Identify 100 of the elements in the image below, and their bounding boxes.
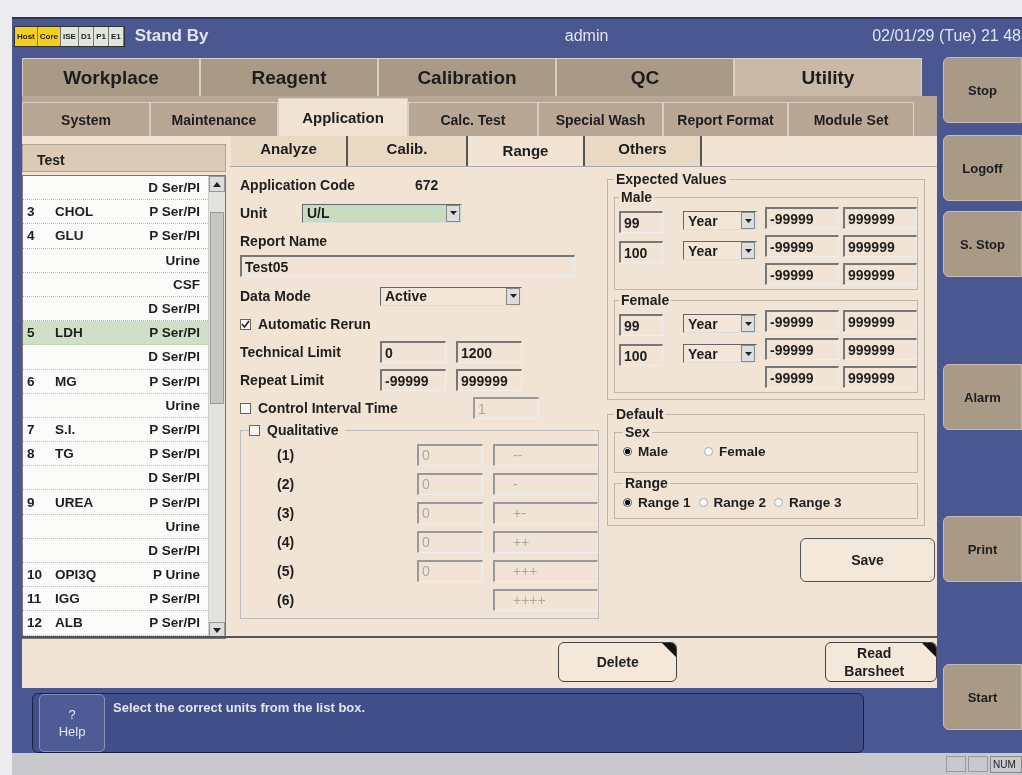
sample-type: P Ser/Pl xyxy=(149,421,200,437)
high-value-field[interactable]: 999999 xyxy=(843,263,917,285)
age-unit-dropdown[interactable]: Year xyxy=(683,241,757,260)
age-field[interactable]: 99 xyxy=(619,211,663,233)
main-tab[interactable]: Workplace xyxy=(22,58,200,96)
sub-tab[interactable]: Special Wash xyxy=(538,102,663,136)
age-unit-dropdown[interactable]: Year xyxy=(683,211,757,230)
sub-tab[interactable]: Maintenance xyxy=(150,102,278,136)
test-name: OPI3Q xyxy=(55,567,97,583)
sub-tab[interactable]: Application xyxy=(278,98,408,136)
age-field[interactable]: 100 xyxy=(619,241,663,263)
action-button[interactable]: Read Barsheet xyxy=(825,642,937,682)
field-label: Application Code xyxy=(240,177,357,193)
high-value-field[interactable]: 999999 xyxy=(843,207,917,229)
test-name: S.I. xyxy=(55,421,76,437)
sub-tab[interactable]: System xyxy=(22,102,150,136)
sample-type: P Urine xyxy=(152,567,200,583)
module-indicator: Core xyxy=(37,26,61,46)
side-button[interactable]: Stop xyxy=(943,57,1022,123)
age-field[interactable]: 100 xyxy=(619,344,663,366)
scroll-up-icon[interactable] xyxy=(209,176,225,192)
group-title: Range xyxy=(624,475,669,491)
checkbox[interactable] xyxy=(249,424,260,436)
high-limit-field[interactable]: 1200 xyxy=(456,341,522,363)
low-value-field[interactable]: -99999 xyxy=(765,263,839,285)
side-button[interactable]: Start xyxy=(943,664,1022,730)
sample-type: Urine xyxy=(165,397,200,413)
low-value-field[interactable]: -99999 xyxy=(765,338,839,360)
low-value-field[interactable]: -99999 xyxy=(765,310,839,332)
test-number: 5 xyxy=(27,325,35,341)
checkbox[interactable] xyxy=(240,402,251,414)
sample-type: D Ser/Pl xyxy=(148,180,200,196)
side-button[interactable]: Logoff xyxy=(943,135,1022,201)
radio-label: Female xyxy=(719,444,766,459)
sub-tab[interactable]: Calc. Test xyxy=(408,102,538,136)
test-name: LDH xyxy=(55,325,83,341)
high-limit-field[interactable]: 999999 xyxy=(456,369,522,391)
side-button[interactable]: Print xyxy=(943,516,1022,582)
group-title: Default xyxy=(615,406,665,422)
sample-type: P Ser/Pl xyxy=(149,446,200,462)
detail-tab[interactable]: Others xyxy=(585,136,702,166)
detail-tab[interactable]: Calib. xyxy=(348,136,468,166)
radio-button[interactable] xyxy=(704,447,713,456)
age-unit-dropdown[interactable]: Year xyxy=(683,314,757,333)
main-tab[interactable]: Utility xyxy=(734,58,922,96)
help-button[interactable]: ? Help xyxy=(39,694,105,752)
status-indicator xyxy=(968,756,988,772)
radio-button[interactable] xyxy=(623,498,632,507)
sample-type: P Ser/Pl xyxy=(149,228,200,244)
side-button[interactable]: S. Stop xyxy=(943,211,1022,277)
sub-tab[interactable]: Report Format xyxy=(663,102,788,136)
low-value-field[interactable]: -99999 xyxy=(765,366,839,388)
sample-type: P Ser/Pl xyxy=(149,204,200,220)
test-number: 11 xyxy=(27,591,42,607)
test-row[interactable]: 5 LDH P Ser/Pl xyxy=(23,321,208,346)
group-title: Male xyxy=(620,189,654,205)
side-button[interactable]: Alarm xyxy=(943,364,1022,430)
low-value-field[interactable]: -99999 xyxy=(765,207,839,229)
detail-tab[interactable]: Analyze xyxy=(231,136,348,166)
module-indicator: P1 xyxy=(94,26,109,46)
radio-button[interactable] xyxy=(774,498,784,507)
radio-button[interactable] xyxy=(623,447,632,456)
main-tab[interactable]: Calibration xyxy=(378,58,556,96)
age-unit-dropdown[interactable]: Year xyxy=(683,344,757,363)
low-limit-field[interactable]: 0 xyxy=(380,341,446,363)
checkbox-label: Automatic Rerun xyxy=(258,316,371,332)
high-value-field[interactable]: 999999 xyxy=(843,235,917,257)
high-value-field[interactable]: 999999 xyxy=(843,366,917,388)
radio-button[interactable] xyxy=(698,498,708,507)
radio-label: Male xyxy=(638,444,668,459)
high-value-field[interactable]: 999999 xyxy=(843,338,917,360)
unit-dropdown[interactable]: U/L xyxy=(302,203,462,223)
sample-type: P Ser/Pl xyxy=(149,373,200,389)
low-value-field[interactable]: -99999 xyxy=(765,235,839,257)
sample-type: D Ser/Pl xyxy=(148,470,200,486)
scrollbar[interactable] xyxy=(208,176,225,638)
test-number: 3 xyxy=(27,204,35,220)
sub-tab[interactable]: Module Set xyxy=(788,102,914,136)
field-label: Repeat Limit xyxy=(240,372,325,388)
test-name: ALB xyxy=(55,615,83,631)
low-limit-field[interactable]: -99999 xyxy=(380,369,446,391)
radio-label: Range 1 xyxy=(638,495,691,510)
row-label: (5) xyxy=(277,562,296,579)
checkbox[interactable] xyxy=(240,318,251,330)
data-mode-dropdown[interactable]: Active xyxy=(380,286,522,306)
action-button[interactable]: Delete xyxy=(558,642,678,682)
group-title: Sex xyxy=(624,424,651,440)
row-label: (6) xyxy=(277,591,296,608)
sample-type: CSF xyxy=(173,276,200,292)
row-label: (1) xyxy=(277,446,296,463)
sample-type: P Ser/Pl xyxy=(149,591,200,607)
main-tab[interactable]: QC xyxy=(556,58,734,96)
age-field[interactable]: 99 xyxy=(619,314,663,336)
high-value-field[interactable]: 999999 xyxy=(843,310,917,332)
report-name-field[interactable]: Test05 xyxy=(240,255,575,277)
system-status: Stand By xyxy=(134,26,210,46)
main-tab[interactable]: Reagent xyxy=(200,58,378,96)
radio-label: Range 3 xyxy=(789,495,842,510)
test-number: 9 xyxy=(27,494,35,510)
save-button[interactable]: Save xyxy=(800,538,935,582)
